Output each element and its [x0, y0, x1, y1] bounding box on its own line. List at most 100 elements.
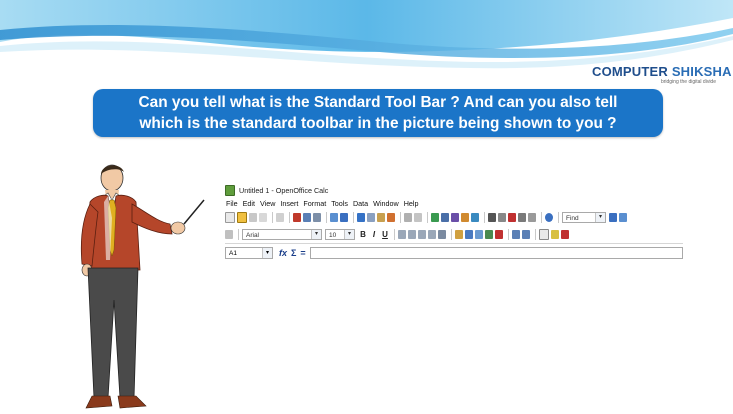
logo-tagline: bridging the digital divide: [660, 79, 716, 85]
copy-icon[interactable]: [367, 213, 375, 222]
toolbar-separator: [326, 212, 327, 223]
formula-input[interactable]: [309, 246, 683, 259]
menu-insert[interactable]: Insert: [280, 199, 298, 208]
add-decimal-icon[interactable]: [485, 230, 493, 239]
menu-window[interactable]: Window: [373, 199, 399, 208]
standard-format-icon[interactable]: [475, 230, 483, 239]
background-color-icon[interactable]: [551, 230, 559, 239]
autospellcheck-icon[interactable]: [340, 213, 348, 222]
clone-formatting-icon[interactable]: [387, 213, 395, 222]
paste-icon[interactable]: [377, 213, 385, 222]
menu-view[interactable]: View: [260, 199, 275, 208]
print-icon[interactable]: [303, 213, 311, 222]
font-name-select[interactable]: Arial ▾: [242, 229, 322, 240]
align-left-icon[interactable]: [398, 230, 406, 239]
toolbar-separator: [272, 212, 273, 223]
font-name-value: Arial: [246, 232, 260, 239]
cut-icon[interactable]: [357, 213, 365, 222]
bold-button[interactable]: B: [358, 230, 368, 239]
chevron-down-icon[interactable]: ▾: [262, 247, 272, 258]
menu-tools[interactable]: Tools: [331, 199, 348, 208]
borders-icon[interactable]: [539, 229, 549, 240]
find-field[interactable]: Find ▾: [562, 212, 606, 223]
decrease-indent-icon[interactable]: [512, 230, 520, 239]
font-color-icon[interactable]: [561, 230, 569, 239]
openoffice-calc-screenshot: Untitled 1 - OpenOffice Calc File Edit V…: [225, 184, 683, 284]
open-folder-icon[interactable]: [237, 212, 247, 223]
menu-help[interactable]: Help: [404, 199, 419, 208]
toolbar-separator: [451, 229, 452, 240]
function-wizard-icon[interactable]: fx: [279, 248, 287, 258]
calc-title-bar: Untitled 1 - OpenOffice Calc: [225, 184, 683, 197]
page-preview-icon[interactable]: [313, 213, 321, 222]
toolbar-separator: [535, 229, 536, 240]
edit-file-icon[interactable]: [276, 213, 284, 222]
toolbar-separator: [427, 212, 428, 223]
find-replace-icon[interactable]: [488, 213, 496, 222]
italic-button[interactable]: I: [369, 230, 379, 239]
sort-ascending-icon[interactable]: [441, 213, 449, 222]
chevron-down-icon[interactable]: ▾: [595, 213, 605, 222]
insert-chart-icon[interactable]: [461, 213, 469, 222]
sum-icon[interactable]: Σ: [291, 248, 296, 258]
menu-file[interactable]: File: [226, 199, 238, 208]
font-size-select[interactable]: 10 ▾: [325, 229, 355, 240]
question-line-1: Can you tell what is the Standard Tool B…: [138, 94, 618, 111]
save-icon[interactable]: [249, 213, 257, 222]
function-button[interactable]: =: [300, 248, 305, 258]
data-sources-icon[interactable]: [518, 213, 526, 222]
toolbar-separator: [353, 212, 354, 223]
chevron-down-icon[interactable]: ▾: [311, 230, 321, 239]
formatting-toolbar: Arial ▾ 10 ▾ B I U: [225, 226, 683, 243]
align-right-icon[interactable]: [418, 230, 426, 239]
gallery-icon[interactable]: [508, 213, 516, 222]
redo-icon[interactable]: [414, 213, 422, 222]
align-center-icon[interactable]: [408, 230, 416, 239]
underline-button[interactable]: U: [380, 230, 390, 239]
toolbar-separator: [289, 212, 290, 223]
styles-formatting-icon[interactable]: [225, 230, 233, 239]
help-icon[interactable]: [545, 213, 553, 222]
name-box-value: A1: [229, 249, 237, 257]
sort-descending-icon[interactable]: [451, 213, 459, 222]
name-box[interactable]: A1 ▾: [225, 246, 273, 259]
toolbar-separator: [394, 229, 395, 240]
merge-cells-icon[interactable]: [438, 230, 446, 239]
new-document-icon[interactable]: [225, 212, 235, 223]
logo-brand-text: COMPUTER SHIKSHA: [592, 64, 732, 79]
hyperlink-icon[interactable]: [431, 213, 439, 222]
calc-menu-bar: File Edit View Insert Format Tools Data …: [225, 197, 683, 209]
font-size-value: 10: [329, 232, 337, 239]
menu-edit[interactable]: Edit: [243, 199, 255, 208]
toolbar-separator: [484, 212, 485, 223]
standard-toolbar: Find ▾: [225, 209, 683, 226]
find-placeholder: Find: [566, 215, 579, 222]
increase-indent-icon[interactable]: [522, 230, 530, 239]
toolbar-separator: [400, 212, 401, 223]
spellcheck-icon[interactable]: [330, 213, 338, 222]
menu-format[interactable]: Format: [303, 199, 326, 208]
toolbar-separator: [508, 229, 509, 240]
question-banner: Can you tell what is the Standard Tool B…: [93, 89, 663, 137]
find-previous-icon[interactable]: [619, 213, 627, 222]
chevron-down-icon[interactable]: ▾: [344, 230, 354, 239]
formula-bar: A1 ▾ fx Σ =: [225, 243, 683, 261]
navigator-icon[interactable]: [498, 213, 506, 222]
percent-format-icon[interactable]: [465, 230, 473, 239]
delete-decimal-icon[interactable]: [495, 230, 503, 239]
toolbar-separator: [541, 212, 542, 223]
menu-data[interactable]: Data: [353, 199, 368, 208]
undo-icon[interactable]: [404, 213, 412, 222]
calc-app-icon: [225, 185, 235, 196]
computer-shiksha-logo: COMPUTER SHIKSHA bridging the digital di…: [592, 64, 732, 90]
currency-format-icon[interactable]: [455, 230, 463, 239]
teacher-illustration: [80, 164, 205, 409]
question-line-2: which is the standard toolbar in the pic…: [139, 115, 617, 132]
show-draw-functions-icon[interactable]: [471, 213, 479, 222]
find-next-icon[interactable]: [609, 213, 617, 222]
email-icon[interactable]: [259, 213, 267, 222]
zoom-icon[interactable]: [528, 213, 536, 222]
justify-icon[interactable]: [428, 230, 436, 239]
export-pdf-icon[interactable]: [293, 213, 301, 222]
calc-window-title: Untitled 1 - OpenOffice Calc: [239, 186, 329, 195]
